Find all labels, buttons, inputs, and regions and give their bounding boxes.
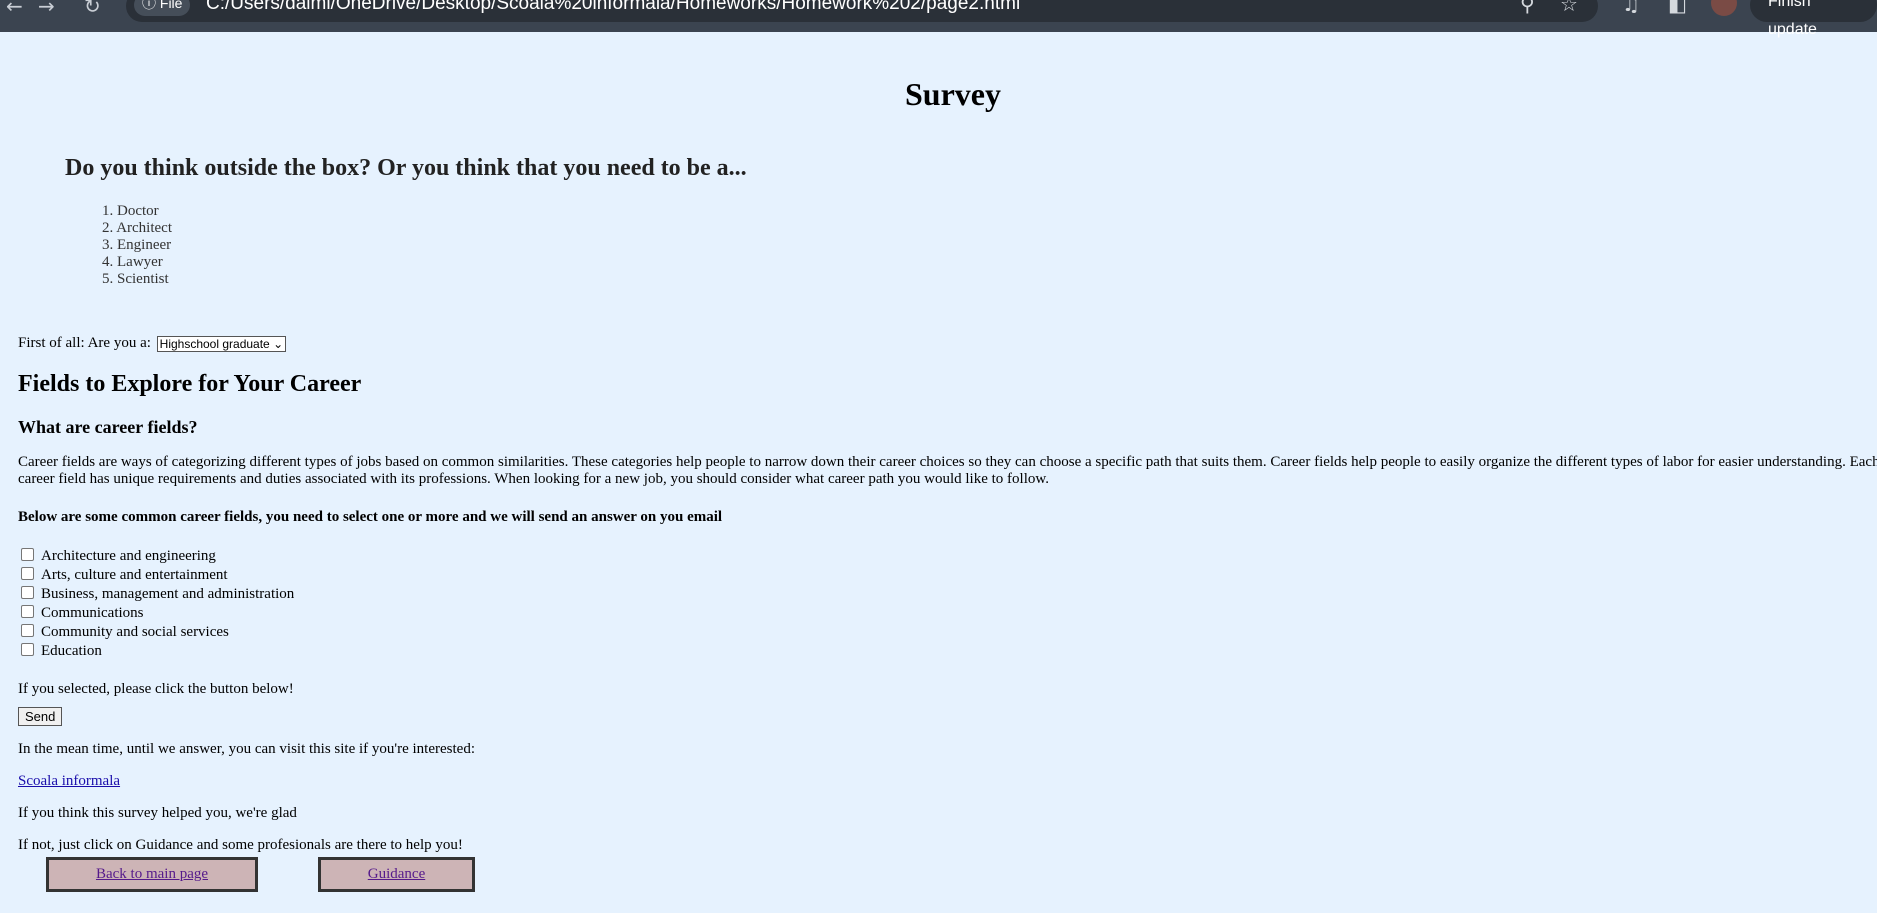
fields-heading: Fields to Explore for Your Career [18, 371, 362, 397]
file-chip-label: File [159, 0, 183, 11]
checkbox-label: Communications [41, 605, 144, 621]
checkbox[interactable] [21, 624, 34, 637]
checkbox-row[interactable]: Communications [18, 604, 294, 623]
side-panel-icon[interactable]: ◧ [1668, 0, 1687, 16]
browser-toolbar: ← → ↻ ⓘ File C:/Users/dalml/OneDrive/Des… [0, 0, 1877, 38]
meantime-text: In the mean time, until we answer, you c… [18, 741, 475, 757]
checkbox-label: Arts, culture and entertainment [41, 567, 228, 583]
page-title: Survey [905, 76, 1001, 112]
reload-icon[interactable]: ↻ [84, 0, 101, 18]
instruction-text: Below are some common career fields, you… [18, 509, 723, 525]
back-arrow-icon[interactable]: ← [6, 0, 23, 18]
career-paragraph: Career fields are ways of categorizing d… [18, 454, 1877, 487]
checkbox[interactable] [21, 605, 34, 618]
checkbox-row[interactable]: Arts, culture and entertainment [18, 566, 294, 585]
guidance-button[interactable]: Guidance [318, 857, 475, 892]
list-item: 5. Scientist [102, 271, 169, 287]
status-row: First of all: Are you a: Highschool grad… [18, 335, 287, 352]
url-text[interactable]: C:/Users/dalml/OneDrive/Desktop/Scoala%2… [206, 0, 1020, 15]
page-content: Survey Do you think outside the box? Or … [0, 32, 1877, 913]
scoala-informala-link[interactable]: Scoala informala [18, 773, 120, 790]
checkbox[interactable] [21, 567, 34, 580]
address-bar[interactable]: ⓘ File C:/Users/dalml/OneDrive/Desktop/S… [126, 0, 1598, 22]
guidance-link[interactable]: Guidance [368, 866, 425, 883]
checkbox[interactable] [21, 643, 34, 656]
media-icon[interactable]: ♫ [1622, 0, 1640, 16]
what-heading: What are career fields? [18, 417, 198, 437]
back-to-main-button[interactable]: Back to main page [46, 857, 258, 892]
glad-text: If you think this survey helped you, we'… [18, 805, 297, 821]
star-icon[interactable]: ☆ [1560, 0, 1578, 16]
list-item: 4. Lawyer [102, 254, 163, 270]
selected-instruction: If you selected, please click the button… [18, 681, 294, 697]
checkbox[interactable] [21, 586, 34, 599]
checkbox-label: Architecture and engineering [41, 548, 216, 564]
guidance-prompt: If not, just click on Guidance and some … [18, 837, 463, 853]
file-chip[interactable]: ⓘ File [134, 0, 191, 16]
status-select[interactable]: Highschool graduate ⌄ [156, 335, 287, 352]
back-to-main-link[interactable]: Back to main page [96, 866, 208, 883]
checkbox-row[interactable]: Architecture and engineering [18, 547, 294, 566]
checkbox-row[interactable]: Education [18, 642, 294, 661]
avatar[interactable] [1711, 0, 1737, 16]
list-item: 3. Engineer [102, 237, 172, 253]
checkbox-label: Community and social services [41, 624, 229, 640]
search-icon[interactable]: ⚲ [1520, 0, 1535, 16]
checkbox-row[interactable]: Community and social services [18, 623, 294, 642]
finish-update-button[interactable]: Finish update [1750, 0, 1877, 38]
status-label: First of all: Are you a: [18, 335, 151, 351]
profession-list: 1. Doctor 2. Architect 3. Engineer 4. La… [102, 203, 172, 288]
checkbox-label: Business, management and administration [41, 586, 295, 602]
status-select-value: Highschool graduate [159, 336, 270, 351]
send-button[interactable]: Send [18, 707, 63, 726]
list-item: 1. Doctor [102, 203, 159, 219]
career-field-checklist: Architecture and engineering Arts, cultu… [18, 547, 294, 661]
list-item: 2. Architect [102, 220, 172, 236]
checkbox-label: Education [41, 643, 102, 659]
checkbox[interactable] [21, 548, 34, 561]
chevron-down-icon: ⌄ [273, 336, 284, 351]
checkbox-row[interactable]: Business, management and administration [18, 585, 294, 604]
question-heading: Do you think outside the box? Or you thi… [65, 155, 747, 181]
forward-arrow-icon[interactable]: → [38, 0, 55, 18]
